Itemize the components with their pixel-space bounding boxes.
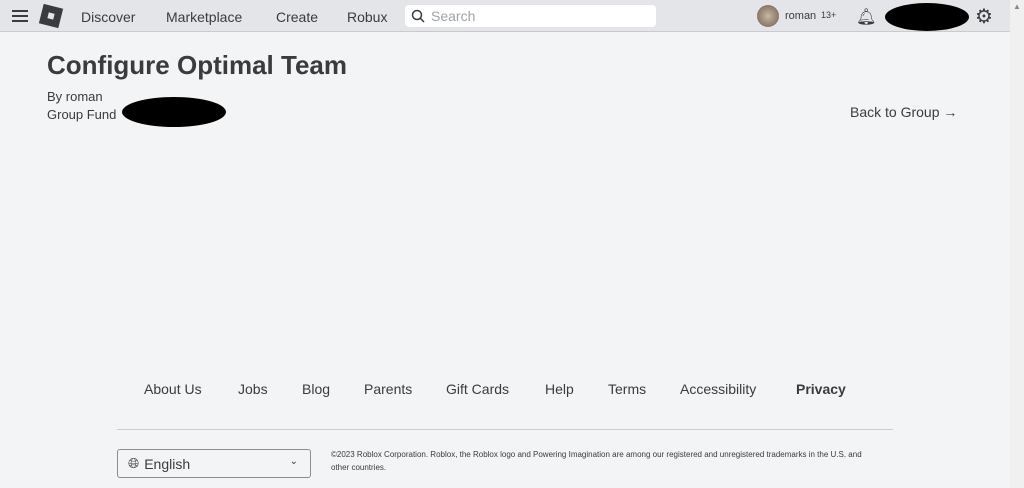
redacted-region — [122, 97, 226, 127]
language-value: English — [144, 455, 191, 472]
footer-link-parents[interactable]: Parents — [364, 381, 412, 397]
nav-marketplace[interactable]: Marketplace — [166, 9, 242, 25]
avatar[interactable] — [757, 5, 779, 27]
globe-icon: 🌐︎ — [128, 455, 140, 471]
top-navigation: Discover Marketplace Create Robux Search… — [0, 0, 1010, 32]
notification-bell-icon[interactable]: 🔔︎ — [856, 7, 876, 27]
group-label: Group Fund — [47, 107, 117, 122]
username[interactable]: roman — [785, 10, 816, 22]
nav-create[interactable]: Create — [276, 9, 318, 25]
roblox-logo-icon[interactable] — [38, 3, 64, 29]
footer-link-gift-cards[interactable]: Gift Cards — [446, 381, 509, 397]
hamburger-menu-icon[interactable] — [12, 10, 28, 25]
footer-link-help[interactable]: Help — [545, 381, 574, 397]
nav-robux[interactable]: Robux — [347, 9, 387, 25]
scrollbar[interactable]: ▲ — [1010, 0, 1024, 488]
footer-divider — [117, 429, 893, 430]
language-select[interactable]: 🌐︎ English ⌄ — [117, 449, 311, 478]
redacted-region — [885, 3, 969, 31]
gear-icon[interactable]: ⚙ — [975, 4, 993, 29]
search-icon — [411, 9, 425, 23]
age-badge: 13+ — [821, 10, 837, 20]
page-title: Configure Optimal Team — [47, 50, 347, 80]
footer-link-jobs[interactable]: Jobs — [238, 381, 268, 397]
footer-link-accessibility[interactable]: Accessibility — [680, 381, 756, 397]
footer-link-privacy[interactable]: Privacy — [796, 381, 846, 397]
search-input[interactable]: Search — [405, 5, 656, 27]
back-to-group-link[interactable]: Back to Group → — [850, 104, 957, 120]
nav-discover[interactable]: Discover — [81, 9, 135, 25]
chevron-down-icon: ⌄ — [289, 456, 298, 467]
footer-link-blog[interactable]: Blog — [302, 381, 330, 397]
creator-label: By roman — [47, 89, 103, 104]
copyright-text: ©2023 Roblox Corporation. Roblox, the Ro… — [331, 450, 862, 472]
footer-link-terms[interactable]: Terms — [608, 381, 646, 397]
search-placeholder: Search — [431, 8, 476, 24]
footer-link-about[interactable]: About Us — [144, 381, 202, 397]
